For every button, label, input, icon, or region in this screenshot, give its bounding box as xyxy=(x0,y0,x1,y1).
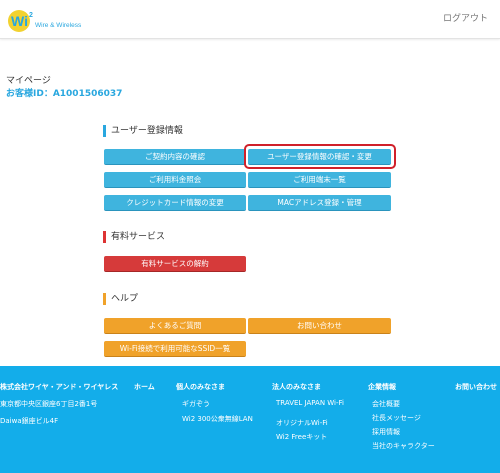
footer-link-free-kit[interactable]: Wi2 Freeキット xyxy=(276,432,327,442)
footer-link-president-message[interactable]: 社長メッセージ xyxy=(372,413,421,423)
logout-link[interactable]: ログアウト xyxy=(443,11,488,24)
footer-link-gigazo[interactable]: ギガぞう xyxy=(182,399,210,409)
footer-home-link[interactable]: ホーム xyxy=(134,382,155,392)
logo-main-text: Wi xyxy=(11,13,28,29)
footer-link-character[interactable]: 当社のキャラクター xyxy=(372,441,435,451)
mac-address-button[interactable]: MACアドレス登録・管理 xyxy=(248,195,391,211)
contact-button[interactable]: お問い合わせ xyxy=(248,318,391,334)
ssid-list-button[interactable]: Wi-Fi接続で利用可能なSSID一覧 xyxy=(104,341,246,357)
highlight-box xyxy=(244,144,396,169)
faq-button[interactable]: よくあるご質問 xyxy=(104,318,246,334)
cancel-paid-service-button[interactable]: 有料サービスの解約 xyxy=(104,256,246,272)
page-title: マイページ xyxy=(6,76,51,86)
site-footer: 株式会社ワイヤ・アンド・ワイヤレス 東京都中央区銀座6丁目2番1号 Daiwa銀… xyxy=(0,366,500,473)
footer-address-line2: Daiwa銀座ビル4F xyxy=(0,417,59,425)
logo-superscript: 2 xyxy=(29,12,33,19)
footer-address-line1: 東京都中央区銀座6丁目2番1号 xyxy=(0,400,98,408)
footer-link-recruitment[interactable]: 採用情報 xyxy=(372,427,400,437)
section-heading-help: ヘルプ xyxy=(103,293,138,305)
wi2-logo[interactable]: Wi 2 Wire & Wireless xyxy=(8,8,98,34)
footer-personal-heading[interactable]: 個人のみなさま xyxy=(176,382,225,392)
footer-corporate-heading[interactable]: 企業情報 xyxy=(368,382,396,392)
footer-link-original-wifi[interactable]: オリジナルWi-Fi xyxy=(276,418,328,428)
site-header: Wi 2 Wire & Wireless ログアウト xyxy=(0,0,500,39)
footer-link-wi2-300[interactable]: Wi2 300公衆無線LAN xyxy=(182,414,253,424)
credit-card-change-button[interactable]: クレジットカード情報の変更 xyxy=(104,195,246,211)
logo-subtitle: Wire & Wireless xyxy=(35,22,82,29)
devices-list-button[interactable]: ご利用端末一覧 xyxy=(248,172,391,188)
section-heading-user-info: ユーザー登録情報 xyxy=(103,125,183,137)
footer-link-company-profile[interactable]: 会社概要 xyxy=(372,399,400,409)
footer-link-travel-japan[interactable]: TRAVEL JAPAN Wi-Fi xyxy=(276,399,344,407)
footer-company-name: 株式会社ワイヤ・アンド・ワイヤレス xyxy=(0,383,119,391)
section-heading-paid-services: 有料サービス xyxy=(103,231,165,243)
billing-inquiry-button[interactable]: ご利用料金照会 xyxy=(104,172,246,188)
customer-id: お客様ID：A1001506037 xyxy=(6,89,123,99)
footer-contact-link[interactable]: お問い合わせ xyxy=(455,382,497,392)
footer-business-heading[interactable]: 法人のみなさま xyxy=(272,382,321,392)
contract-details-button[interactable]: ご契約内容の確認 xyxy=(104,149,246,165)
